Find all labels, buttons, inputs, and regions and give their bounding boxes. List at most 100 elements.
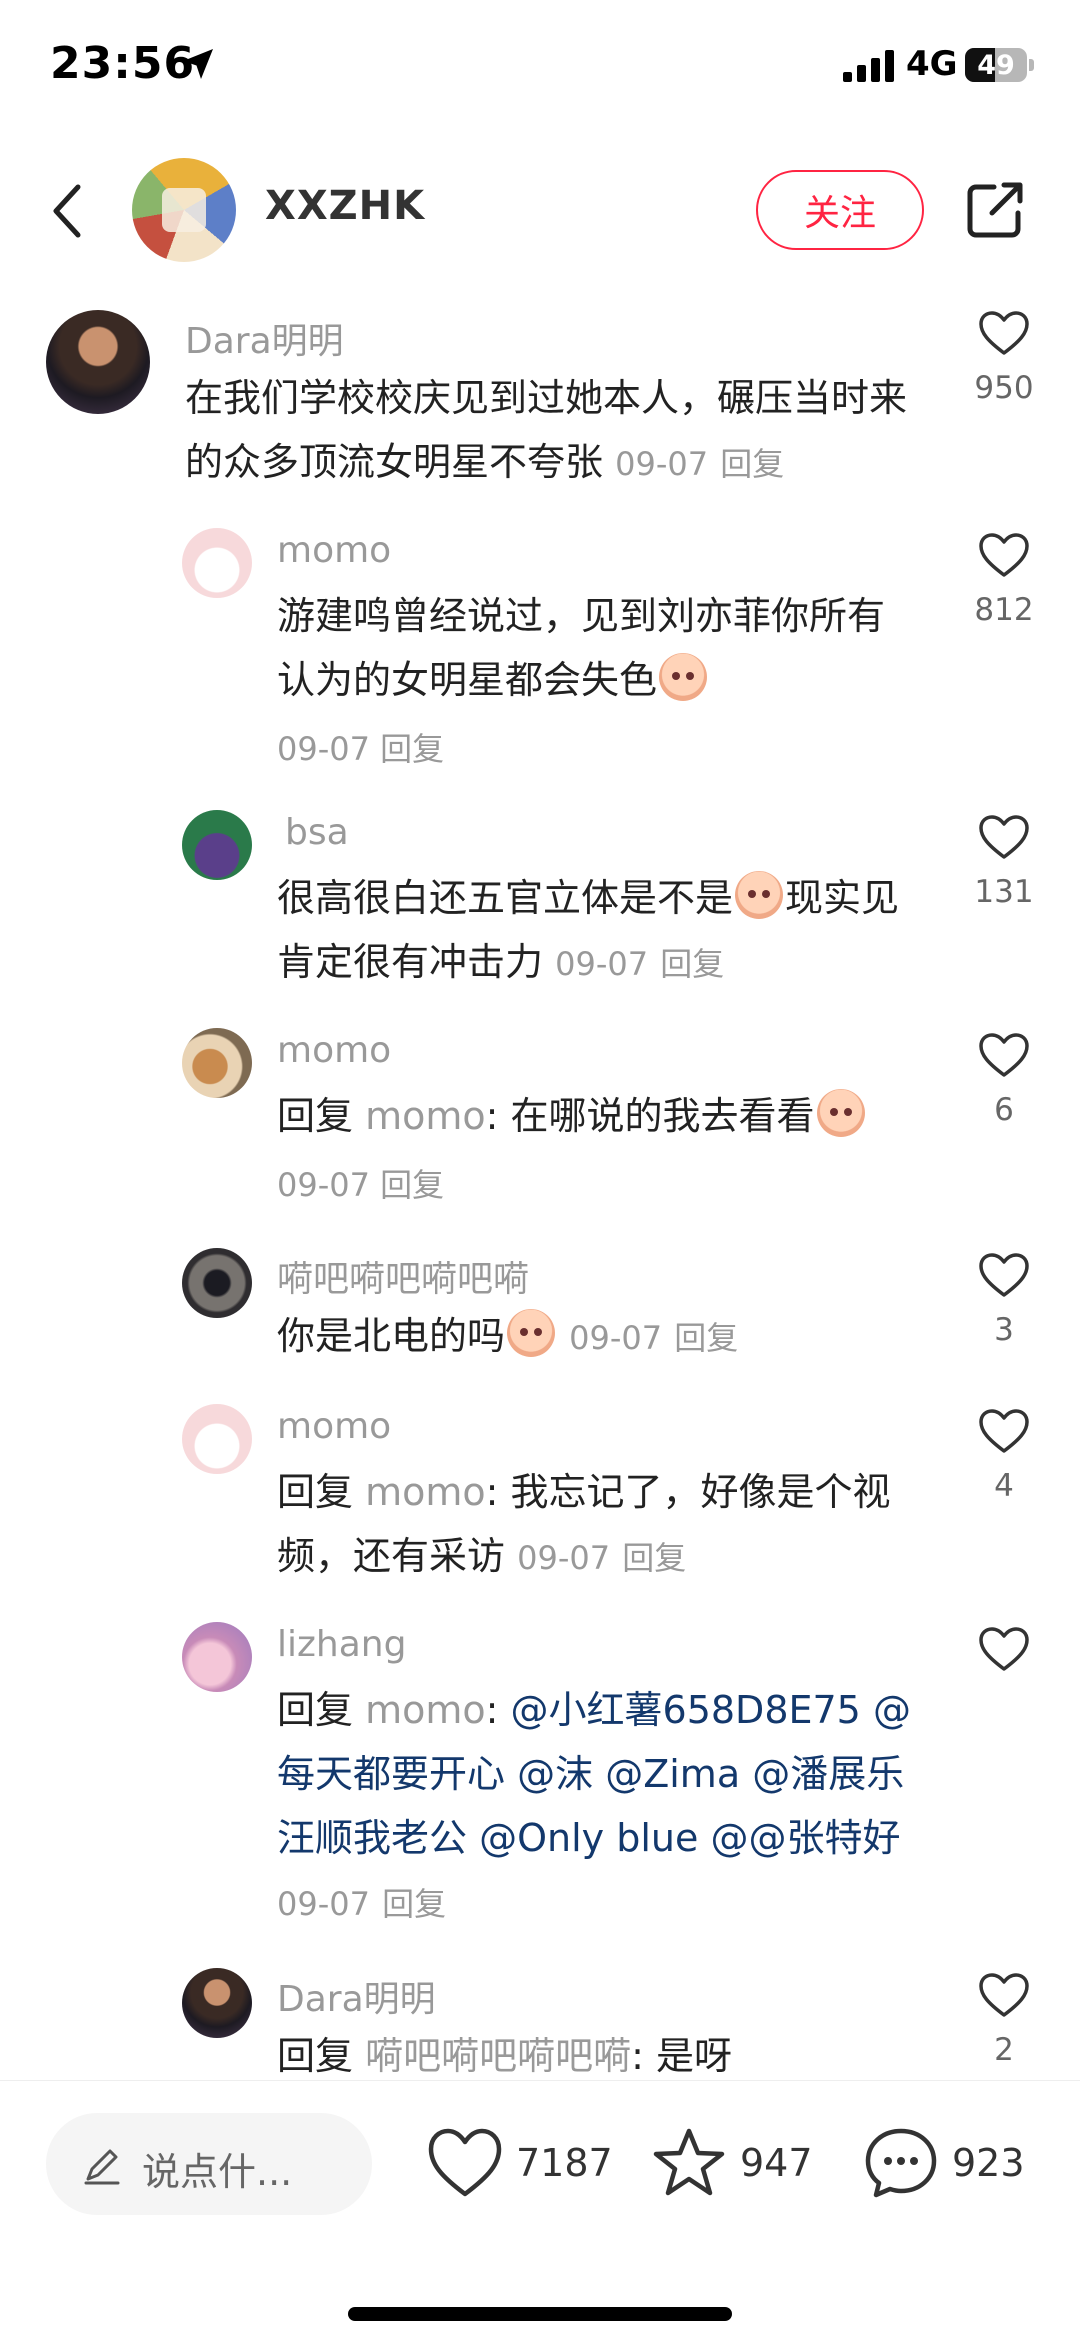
heart-icon <box>428 2128 502 2197</box>
comment-like-button[interactable]: 4 <box>972 1408 1036 1504</box>
avatar[interactable] <box>182 528 252 598</box>
like-button[interactable]: 7187 <box>426 2123 613 2203</box>
heart-icon <box>979 1973 1029 2017</box>
reply-button[interactable]: 回复 <box>380 730 444 768</box>
bottom-action-bar: 说点什... 7187 947 923 <box>0 2080 1080 2339</box>
home-indicator <box>348 2307 732 2321</box>
star-icon <box>653 2128 725 2196</box>
comment-like-button[interactable]: 131 <box>972 814 1036 910</box>
avatar[interactable] <box>182 1248 252 1318</box>
chat-bubble-icon <box>865 2128 937 2198</box>
reply-button[interactable]: 回复 <box>720 445 784 483</box>
comment-date: 09-07 <box>569 1319 663 1357</box>
status-bar: 23:56 4G 49 <box>0 0 1080 130</box>
shy-emoji-icon <box>507 1309 556 1357</box>
comment-like-button[interactable]: 950 <box>972 310 1036 406</box>
comment-like-button[interactable]: 2 <box>972 1972 1036 2068</box>
comment-like-button[interactable]: 3 <box>972 1252 1036 1348</box>
author-name[interactable]: XXZHK <box>265 183 425 229</box>
comment-input[interactable]: 说点什... <box>46 2113 372 2215</box>
comment-text: 在我们学校校庆见到过她本人，碾压当时来的众多顶流女明星不夸张 09-07 回复 <box>185 376 908 484</box>
signal-icon <box>843 50 894 82</box>
comment-like-button[interactable] <box>972 1626 1036 1672</box>
comment-like-button[interactable]: 812 <box>972 532 1036 628</box>
battery-level: 49 <box>977 50 1015 81</box>
like-count: 7187 <box>516 2141 613 2185</box>
reply-button[interactable]: 回复 <box>382 1885 446 1923</box>
comment-username[interactable]: momo <box>277 530 391 571</box>
avatar[interactable] <box>46 310 150 414</box>
follow-button[interactable]: 关注 <box>756 170 924 250</box>
comment-date: 09-07 <box>555 945 649 983</box>
comment-username[interactable]: bsa <box>285 812 349 853</box>
comment-text: 回复 momo: @小红薯658D8E75 @每天都要开心 @沫 @Zima @… <box>277 1688 911 1923</box>
status-time: 23:56 <box>50 38 196 89</box>
comment-like-button[interactable]: 6 <box>972 1032 1036 1128</box>
battery-icon: 49 <box>965 48 1035 82</box>
heart-icon <box>979 1627 1029 1671</box>
mention-link[interactable]: @ <box>710 1816 748 1860</box>
heart-icon <box>979 1253 1029 1297</box>
comment-username[interactable]: momo <box>277 1030 391 1071</box>
avatar[interactable] <box>182 1968 252 2038</box>
heart-icon <box>979 1033 1029 1077</box>
reply-button[interactable]: 回复 <box>380 1166 444 1204</box>
comment-text: 游建鸣曾经说过，见到刘亦菲你所有认为的女明星都会失色 <box>277 594 886 702</box>
like-count: 4 <box>994 1468 1014 1504</box>
comment-button[interactable]: 923 <box>862 2123 1025 2203</box>
comment-text: 你是北电的吗 09-07 回复 <box>277 1304 937 1370</box>
network-type: 4G <box>906 44 958 84</box>
location-arrow-icon <box>183 49 213 79</box>
comment-count: 923 <box>952 2141 1025 2185</box>
mention-link[interactable]: @张特好 <box>748 1816 900 1860</box>
like-count: 812 <box>974 592 1034 628</box>
like-count: 950 <box>974 370 1034 406</box>
comment-username[interactable]: lizhang <box>277 1624 406 1665</box>
back-chevron-icon[interactable] <box>44 181 92 241</box>
like-count: 3 <box>994 1312 1014 1348</box>
collect-button[interactable]: 947 <box>650 2123 813 2203</box>
like-count: 2 <box>994 2032 1014 2068</box>
mention-link[interactable]: @Zima <box>605 1752 740 1796</box>
like-count: 6 <box>994 1092 1014 1128</box>
share-icon[interactable] <box>964 179 1026 241</box>
pencil-icon <box>84 2149 120 2185</box>
mention-link[interactable]: @小红薯658D8E75 <box>511 1688 861 1732</box>
comment-meta: 09-07 回复 <box>277 724 444 770</box>
heart-icon <box>979 1409 1029 1453</box>
heart-icon <box>979 533 1029 577</box>
comment-text: 很高很白还五官立体是不是 现实见肯定很有冲击力 09-07 回复 <box>277 866 937 996</box>
comment-text: 回复 momo: 我忘记了，好像是个视频，还有采访 09-07 回复 <box>277 1470 891 1578</box>
comment-text: 回复 嗬吧嗬吧嗬吧嗬: 是呀 <box>277 2034 733 2078</box>
comment-date: 09-07 <box>615 445 709 483</box>
comment-date: 09-07 <box>277 730 370 768</box>
peach-emoji-icon <box>735 871 784 919</box>
comment-meta: 09-07 回复 <box>277 1160 444 1206</box>
collect-count: 947 <box>740 2141 813 2185</box>
mention-link[interactable]: @沫 <box>517 1752 593 1796</box>
comment-username[interactable]: momo <box>277 1406 391 1447</box>
reply-button[interactable]: 回复 <box>674 1319 738 1357</box>
avatar[interactable] <box>182 1404 252 1474</box>
comment-date: 09-07 <box>517 1539 611 1577</box>
author-avatar[interactable] <box>132 158 236 262</box>
crying-emoji-icon <box>816 1089 865 1137</box>
reply-button[interactable]: 回复 <box>660 945 724 983</box>
avatar[interactable] <box>182 1622 252 1692</box>
comment-text: 回复 momo: 在哪说的我去看看 <box>277 1084 937 1148</box>
comment-date: 09-07 <box>277 1885 370 1923</box>
crying-emoji-icon <box>659 653 708 701</box>
heart-icon <box>979 815 1029 859</box>
comment-input-placeholder: 说点什... <box>142 2150 293 2194</box>
comment-date: 09-07 <box>277 1166 370 1204</box>
avatar[interactable] <box>182 1028 252 1098</box>
comment-username[interactable]: 嗬吧嗬吧嗬吧嗬 <box>277 1250 529 1302</box>
comment-username[interactable]: Dara明明 <box>277 1970 436 2022</box>
like-count: 131 <box>974 874 1034 910</box>
note-header: XXZHK 关注 <box>0 145 1080 275</box>
avatar[interactable] <box>182 810 252 880</box>
mention-link[interactable]: @Only blue <box>479 1816 698 1860</box>
comment-username[interactable]: Dara明明 <box>185 312 344 364</box>
heart-icon <box>979 311 1029 355</box>
reply-button[interactable]: 回复 <box>622 1539 686 1577</box>
